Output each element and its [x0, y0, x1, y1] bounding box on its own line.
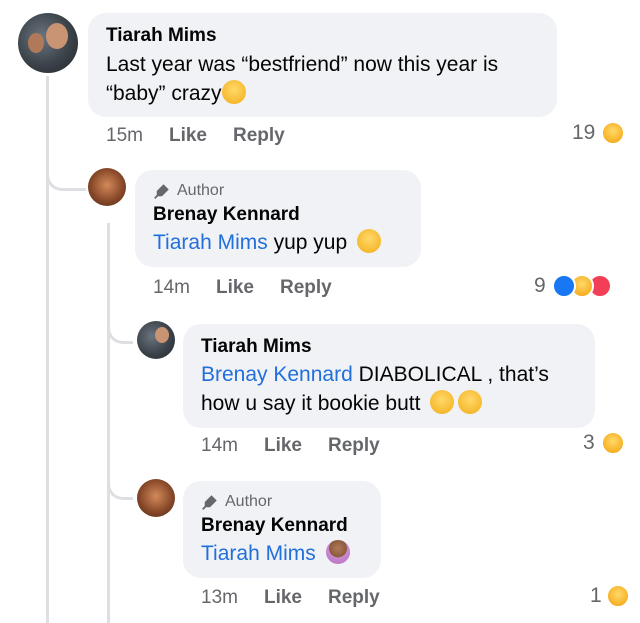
avatar[interactable] — [18, 13, 78, 73]
thread-connector — [107, 308, 133, 344]
comment-bubble: Author Brenay Kennard Tiarah Mims — [183, 481, 381, 578]
reaction-count: 1 — [590, 584, 602, 607]
avatar[interactable] — [88, 168, 126, 206]
sad-icon — [605, 584, 630, 608]
like-button[interactable]: Like — [264, 587, 302, 609]
comment-text-part: “baby” crazy — [106, 82, 222, 105]
author-badge: Author — [153, 182, 403, 200]
author-badge: Author — [201, 493, 363, 511]
comment-text: Tiarah Mims yup yup — [153, 228, 403, 257]
timestamp[interactable]: 15m — [106, 125, 143, 147]
reaction-summary[interactable]: 9 — [534, 274, 612, 298]
haha-icon — [600, 431, 625, 455]
mention-link[interactable]: Tiarah Mims — [153, 231, 268, 254]
thread-line-reply — [107, 223, 110, 623]
microphone-icon — [154, 184, 169, 199]
reaction-summary[interactable]: 19 — [572, 121, 626, 145]
laughing-sweat-emoji-icon — [221, 80, 246, 104]
reaction-count: 3 — [583, 431, 595, 454]
timestamp[interactable]: 14m — [201, 435, 238, 457]
comment-text-line: how u say it bookie butt — [201, 389, 577, 418]
commenter-name[interactable]: Brenay Kennard — [201, 515, 363, 537]
rolling-laughing-emoji-icon — [458, 390, 483, 414]
comment-actions: 13m Like Reply — [201, 587, 406, 609]
author-label: Author — [225, 493, 273, 510]
avatar-face — [28, 33, 44, 53]
timestamp[interactable]: 14m — [153, 277, 190, 299]
comment-text: Last year was “bestfriend” now this year… — [106, 50, 539, 108]
avatar[interactable] — [137, 321, 175, 359]
comment-bubble: Tiarah Mims Brenay Kennard DIABOLICAL , … — [183, 324, 595, 428]
reaction-count: 19 — [572, 121, 596, 144]
avatar-face — [155, 327, 169, 343]
comment-bubble: Tiarah Mims Last year was “bestfriend” n… — [88, 13, 557, 117]
reaction-summary[interactable]: 3 — [583, 431, 625, 455]
comment-text-line: Brenay Kennard DIABOLICAL , that’s — [201, 360, 577, 389]
mention-link[interactable]: Tiarah Mims — [201, 542, 316, 565]
reaction-summary[interactable]: 1 — [590, 584, 630, 608]
comment-text-part: DIABOLICAL , that’s — [352, 363, 549, 386]
haha-icon — [601, 121, 626, 145]
comment-text-part: yup yup — [267, 231, 353, 254]
reply-button[interactable]: Reply — [233, 125, 285, 147]
commenter-name[interactable]: Brenay Kennard — [153, 204, 403, 226]
comment-actions: 15m Like Reply — [106, 125, 311, 147]
timestamp[interactable]: 13m — [201, 587, 238, 609]
pensive-emoji-icon — [356, 229, 381, 253]
like-button[interactable]: Like — [169, 125, 207, 147]
mention-link[interactable]: Brenay Kennard — [201, 363, 353, 386]
microphone-icon — [202, 495, 217, 510]
reply-button[interactable]: Reply — [280, 277, 332, 299]
comment-bubble: Author Brenay Kennard Tiarah Mims yup yu… — [135, 170, 421, 267]
comment-text: Brenay Kennard DIABOLICAL , that’s how u… — [201, 360, 577, 418]
like-button[interactable]: Like — [216, 277, 254, 299]
reaction-count: 9 — [534, 274, 546, 297]
reply-button[interactable]: Reply — [328, 587, 380, 609]
like-icon — [551, 274, 576, 298]
comment-actions: 14m Like Reply — [201, 435, 406, 457]
thread-connector — [107, 464, 133, 500]
commenter-name[interactable]: Tiarah Mims — [201, 336, 577, 358]
comment-text-line: Last year was “bestfriend” now this year… — [106, 53, 499, 76]
comment-actions: 14m Like Reply — [153, 277, 358, 299]
rolling-laughing-emoji-icon — [430, 390, 455, 414]
avatar[interactable] — [137, 479, 175, 517]
like-button[interactable]: Like — [264, 435, 302, 457]
thread-connector — [46, 155, 86, 191]
commenter-name[interactable]: Tiarah Mims — [106, 25, 539, 47]
comment-text-line: “baby” crazy — [106, 79, 539, 108]
avatar-face — [46, 23, 68, 49]
comment-text: Tiarah Mims — [201, 539, 363, 568]
reply-button[interactable]: Reply — [328, 435, 380, 457]
person-shrugging-emoji-icon — [325, 540, 350, 564]
comment-text-part: how u say it bookie butt — [201, 392, 427, 415]
author-label: Author — [177, 182, 225, 199]
